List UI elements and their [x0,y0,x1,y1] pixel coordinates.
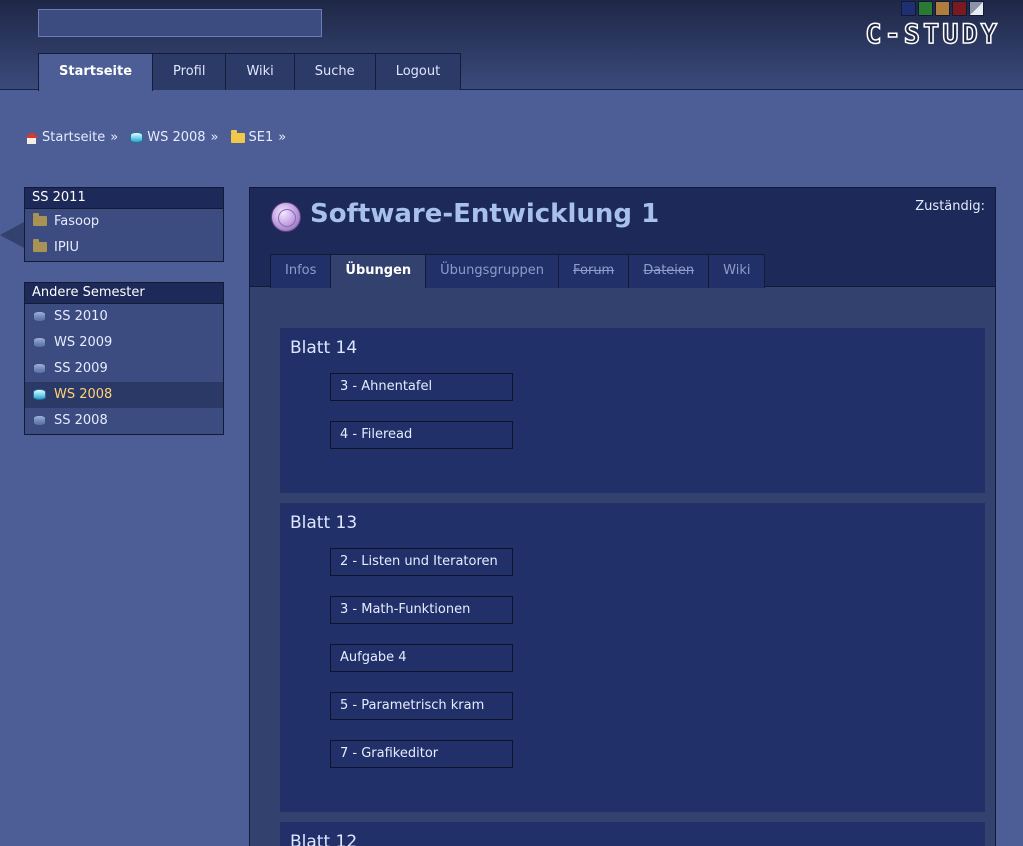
breadcrumb-label: SE1 [248,130,274,145]
home-icon [25,131,39,144]
breadcrumb-label: WS 2008 [147,130,206,145]
exercise-link[interactable]: 4 - Fileread [330,421,513,449]
theme-swatch-orange[interactable] [935,1,950,16]
exercise-link[interactable]: 5 - Parametrisch kram [330,692,513,720]
exercise-link[interactable]: 2 - Listen und Iteratoren [330,548,513,576]
other-semesters-title: Andere Semester [25,283,223,304]
sidebar-item-ws-2009[interactable]: WS 2009 [25,330,223,356]
responsible-label: Zuständig: [915,199,985,214]
sidebar-item-ipiu[interactable]: IPIU [25,235,223,261]
sidebar-item-label: Fasoop [54,214,100,229]
sheet-blatt-13: Blatt 13 2 - Listen und Iteratoren 3 - M… [280,503,985,812]
breadcrumb-startseite[interactable]: Startseite [25,130,105,145]
nav-tab-wiki[interactable]: Wiki [225,53,295,90]
breadcrumb-separator: » [210,130,219,145]
sidebar-pointer-arrow [0,222,24,248]
disk-icon [33,363,46,374]
breadcrumb: Startseite » WS 2008 » SE1 » [25,129,298,145]
sidebar-item-fasoop[interactable]: Fasoop [25,209,223,235]
tab-uebungsgruppen[interactable]: Übungsgruppen [425,254,559,288]
course-globe-icon [271,202,301,232]
folder-icon [230,129,245,143]
sidebar-item-ss-2008[interactable]: SS 2008 [25,408,223,434]
sidebar-item-ss-2009[interactable]: SS 2009 [25,356,223,382]
sidebar-item-label: WS 2009 [54,335,113,350]
disk-icon [33,311,46,322]
nav-tab-startseite[interactable]: Startseite [38,53,154,91]
theme-swatch-grey[interactable] [969,1,984,16]
sheet-blatt-14: Blatt 14 3 - Ahnentafel 4 - Fileread [280,328,985,493]
disk-icon [33,389,46,400]
app-logo: C-STUDY [864,19,1000,50]
breadcrumb-se1[interactable]: SE1 [230,129,274,145]
disk-icon [130,132,144,143]
nav-tab-logout[interactable]: Logout [374,53,462,90]
breadcrumb-separator: » [110,130,119,145]
tab-infos[interactable]: Infos [270,254,332,288]
course-tabs: Infos Übungen Übungsgruppen Forum Dateie… [270,254,766,288]
theme-swatch-blue[interactable] [901,1,916,16]
sheet-title: Blatt 13 [290,513,358,533]
theme-swatch-red[interactable] [952,1,967,16]
current-semester-title: SS 2011 [25,188,223,209]
breadcrumb-ws-2008[interactable]: WS 2008 [130,130,206,145]
exercise-link[interactable]: 7 - Grafikeditor [330,740,513,768]
tab-wiki[interactable]: Wiki [708,254,766,288]
breadcrumb-separator: » [278,130,287,145]
disk-icon [33,337,46,348]
exercise-link[interactable]: 3 - Ahnentafel [330,373,513,401]
exercise-link[interactable]: Aufgabe 4 [330,644,513,672]
sidebar-item-label: WS 2008 [54,387,113,402]
sheet-blatt-12: Blatt 12 [280,822,985,846]
nav-tab-profil[interactable]: Profil [152,53,227,90]
sheet-title: Blatt 14 [290,338,358,358]
course-panel: Software-Entwicklung 1 Zuständig: Infos … [249,187,996,846]
sidebar-item-label: SS 2009 [54,361,108,376]
tab-uebungen[interactable]: Übungen [330,254,427,288]
theme-swatches [901,1,984,16]
disk-icon [33,415,46,426]
sidebar-item-ws-2008[interactable]: WS 2008 [25,382,223,408]
main-nav: Startseite Profil Wiki Suche Logout [38,53,462,91]
sidebar-item-ss-2010[interactable]: SS 2010 [25,304,223,330]
folder-icon [33,239,47,252]
sheet-title: Blatt 12 [290,832,358,846]
breadcrumb-label: Startseite [42,130,106,145]
course-header: Software-Entwicklung 1 Zuständig: Infos … [250,188,995,288]
header: C-STUDY Startseite Profil Wiki Suche Log… [0,0,1023,91]
other-semesters-box: Andere Semester SS 2010 WS 2009 SS 2009 … [24,282,224,435]
exercise-link[interactable]: 3 - Math-Funktionen [330,596,513,624]
search-input[interactable] [38,9,322,37]
sidebar-item-label: SS 2010 [54,309,108,324]
tab-dateien[interactable]: Dateien [628,254,710,288]
theme-swatch-green[interactable] [918,1,933,16]
sidebar-item-label: IPIU [54,240,80,255]
current-semester-box: SS 2011 Fasoop IPIU [24,187,224,262]
sidebar-item-label: SS 2008 [54,413,108,428]
tab-forum[interactable]: Forum [558,254,630,288]
nav-tab-suche[interactable]: Suche [293,53,376,90]
folder-icon [33,213,47,226]
course-title: Software-Entwicklung 1 [310,199,660,229]
